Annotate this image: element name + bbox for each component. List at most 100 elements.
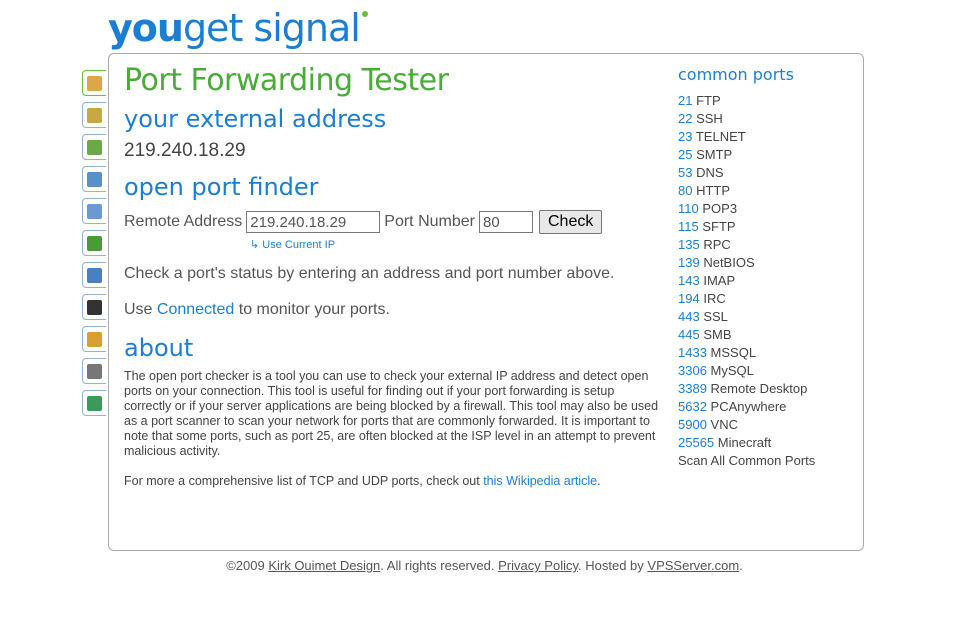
port-number-input[interactable] [478, 211, 533, 233]
company-link[interactable]: Kirk Ouimet Design [268, 558, 380, 573]
port-link[interactable]: 135 RPC [678, 236, 858, 254]
port-number: 139 [678, 255, 700, 270]
port-number: 25565 [678, 435, 715, 450]
port-name: NetBIOS [703, 255, 755, 270]
port-link[interactable]: 110 POP3 [678, 200, 858, 218]
port-name: IMAP [703, 273, 736, 288]
port-name: Remote Desktop [710, 381, 808, 396]
use-current-ip-link[interactable]: ↳ Use Current IP [250, 238, 664, 251]
port-number: 80 [678, 183, 693, 198]
port-link[interactable]: 3389 Remote Desktop [678, 380, 858, 398]
port-name: SFTP [702, 219, 736, 234]
port-name: SSH [696, 111, 723, 126]
port-name: HTTP [696, 183, 731, 198]
port-number: 3306 [678, 363, 707, 378]
remote-address-input[interactable] [246, 211, 381, 233]
copyright: ©2009 [226, 558, 269, 573]
port-link[interactable]: 53 DNS [678, 164, 858, 182]
tab-map[interactable] [82, 134, 106, 160]
port-check-form: Remote Address Port Number Check [124, 210, 664, 234]
tab-mail[interactable] [82, 198, 106, 224]
footer-end: . [739, 558, 743, 573]
more-text: For more a comprehensive list of TCP and… [124, 474, 664, 489]
port-name: IRC [703, 291, 726, 306]
port-link[interactable]: 25565 Minecraft [678, 434, 858, 452]
tab-tree[interactable] [82, 230, 106, 256]
tab-phone[interactable] [82, 166, 106, 192]
port-link[interactable]: 21 FTP [678, 92, 858, 110]
about-heading: about [124, 334, 194, 362]
hosted-text: . Hosted by [578, 558, 648, 573]
port-link[interactable]: 139 NetBIOS [678, 254, 858, 272]
wikipedia-link[interactable]: this Wikipedia article [483, 474, 597, 488]
port-number: 110 [678, 201, 699, 216]
arrow-icon: ↳ [250, 239, 260, 251]
port-name: RPC [703, 237, 731, 252]
port-link[interactable]: 445 SMB [678, 326, 858, 344]
port-link[interactable]: 25 SMTP [678, 146, 858, 164]
port-number: 21 [678, 93, 693, 108]
tab-globe[interactable] [82, 390, 106, 416]
more-prefix: For more a comprehensive list of TCP and… [124, 474, 484, 488]
page-title: Port Forwarding Tester [124, 63, 449, 98]
phone-icon [87, 172, 102, 187]
lock-icon [87, 76, 102, 91]
port-name: TELNET [695, 129, 746, 144]
more-suffix: . [597, 474, 601, 488]
use-suffix: to monitor your ports. [234, 301, 390, 318]
port-number: 22 [678, 111, 693, 126]
port-name: SSL [703, 309, 728, 324]
port-link[interactable]: 194 IRC [678, 290, 858, 308]
footer: ©2009 Kirk Ouimet Design. All rights res… [0, 558, 969, 573]
logo-you: you [108, 6, 184, 50]
port-name: MySQL [710, 363, 754, 378]
about-text: The open port checker is a tool you can … [124, 369, 659, 458]
site-logo[interactable]: youget signal [108, 6, 368, 50]
tab-windows[interactable] [82, 326, 106, 352]
port-number: 23 [678, 129, 693, 144]
port-link[interactable]: 443 SSL [678, 308, 858, 326]
port-number: 5632 [678, 399, 707, 414]
port-link[interactable]: 80 HTTP [678, 182, 858, 200]
globe-icon [87, 396, 102, 411]
port-name: VNC [710, 417, 738, 432]
port-link[interactable]: 23 TELNET [678, 128, 858, 146]
port-link[interactable]: 22 SSH [678, 110, 858, 128]
port-link[interactable]: 5900 VNC [678, 416, 858, 434]
tab-network[interactable] [82, 102, 106, 128]
logo-dot-icon [362, 11, 368, 17]
windows-icon [87, 332, 102, 347]
port-number: 443 [678, 309, 700, 324]
ports-list: 21 FTP 22 SSH 23 TELNET 25 SMTP 53 DNS 80 HTT… [678, 92, 858, 452]
scan-all-link[interactable]: Scan All Common Ports [678, 452, 858, 470]
external-ip: 219.240.18.29 [124, 140, 246, 161]
port-link[interactable]: 3306 MySQL [678, 362, 858, 380]
port-link[interactable]: 5632 PCAnywhere [678, 398, 858, 416]
port-number-label: Port Number [384, 213, 475, 230]
check-button[interactable]: Check [538, 210, 603, 234]
host-link[interactable]: VPSServer.com [647, 558, 739, 573]
port-link[interactable]: 1433 MSSQL [678, 344, 858, 362]
map-icon [87, 140, 102, 155]
privacy-link[interactable]: Privacy Policy [498, 558, 578, 573]
port-name: MSSQL [710, 345, 757, 360]
port-number: 5900 [678, 417, 707, 432]
port-number: 115 [678, 219, 699, 234]
google-icon [87, 300, 102, 315]
connected-link[interactable]: Connected [157, 301, 234, 318]
tab-printer[interactable] [82, 358, 106, 384]
common-ports-heading: common ports [678, 65, 794, 84]
port-link[interactable]: 115 SFTP [678, 218, 858, 236]
port-name: DNS [696, 165, 724, 180]
port-name: PCAnywhere [710, 399, 787, 414]
network-icon [87, 108, 102, 123]
port-number: 53 [678, 165, 693, 180]
port-number: 445 [678, 327, 700, 342]
use-current-ip-label: Use Current IP [262, 239, 336, 251]
tab-lock[interactable] [82, 70, 106, 96]
tree-icon [87, 236, 102, 251]
port-link[interactable]: 143 IMAP [678, 272, 858, 290]
tab-help[interactable] [82, 262, 106, 288]
tab-google[interactable] [82, 294, 106, 320]
port-name: SMTP [696, 147, 733, 162]
